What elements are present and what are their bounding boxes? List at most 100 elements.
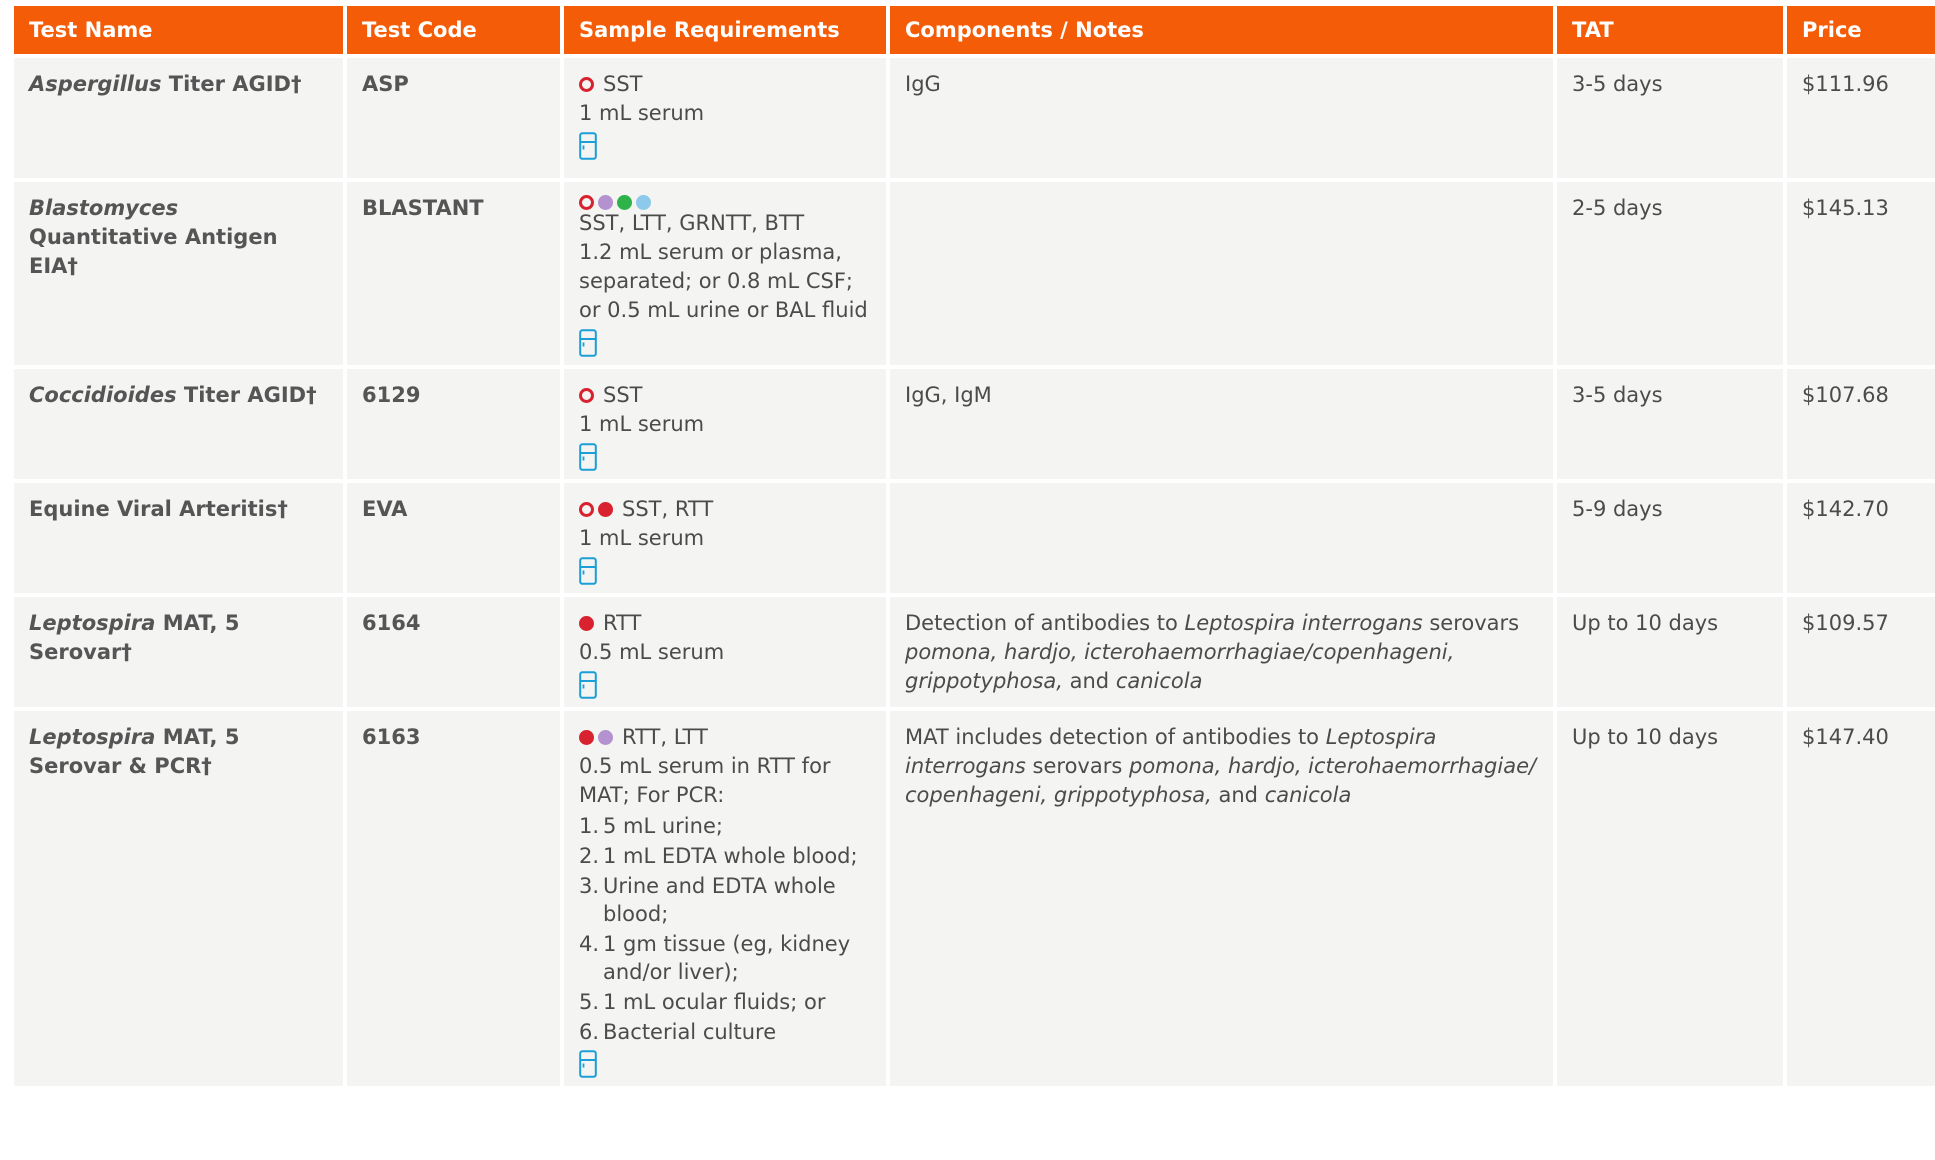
notes-text: Leptospira interrogans (1184, 611, 1423, 635)
tat-cell: 2-5 days (1557, 182, 1783, 369)
test-name-genus: Coccidioides (29, 383, 177, 407)
tat-cell: Up to 10 days (1557, 597, 1783, 711)
list-item: 5. 1 mL ocular fluids; or (579, 988, 871, 1016)
sample-requirements-cell: RTT 0.5 mL serum (564, 597, 886, 711)
test-code-cell: 6163 (347, 711, 560, 1090)
tube-color-dots (579, 616, 594, 631)
sample-tubes: SST (603, 383, 643, 407)
list-text: Urine and EDTA whole blood; (603, 874, 836, 926)
components-notes-cell: MAT includes detection of antibodies to … (890, 711, 1553, 1090)
components-notes-cell (890, 182, 1553, 369)
sample-tubes-line: RTT, LTT (579, 723, 871, 752)
tube-dot-blue (636, 195, 651, 210)
components-notes-cell: Detection of antibodies to Leptospira in… (890, 597, 1553, 711)
sample-tubes-line: SST, RTT (579, 495, 871, 524)
sample-tubes-line: SST (579, 70, 871, 99)
sample-detail: 1 mL serum (579, 526, 705, 550)
refrigerator-icon (579, 132, 871, 168)
header-tat: TAT (1557, 6, 1783, 58)
tat-cell: 5-9 days (1557, 483, 1783, 597)
tat-cell: 3-5 days (1557, 58, 1783, 182)
table-row: Aspergillus Titer AGID† ASP SST 1 mL serum I… (14, 58, 1935, 182)
sample-tubes: SST (603, 72, 643, 96)
sample-requirements-cell: SST 1 mL serum (564, 58, 886, 182)
list-item: 1. 5 mL urine; (579, 812, 871, 840)
sample-requirements-cell: RTT, LTT 0.5 mL serum in RTT for MAT; For… (564, 711, 886, 1090)
header-components-notes: Components / Notes (890, 6, 1553, 58)
tube-dot-red (579, 730, 594, 745)
refrigerator-icon (579, 557, 871, 593)
test-name-cell: Leptospira MAT, 5 Serovar & PCR† (14, 711, 343, 1090)
list-number: 4. (579, 932, 600, 956)
test-name-genus: Leptospira (29, 725, 156, 749)
tube-dot-red-outline (579, 195, 594, 210)
test-name-cell: Blastomyces Quantitative Antigen EIA† (14, 182, 343, 369)
refrigerator-icon (579, 1050, 871, 1086)
sample-tubes-line: SST, LTT, GRNTT, BTT (579, 194, 871, 238)
header-sample-requirements: Sample Requirements (564, 6, 886, 58)
list-text: 1 mL EDTA whole blood; (603, 844, 858, 868)
test-name-text: Quantitative Antigen EIA† (29, 225, 278, 278)
table-row: Coccidioides Titer AGID† 6129 SST 1 mL seru… (14, 369, 1935, 483)
test-name-genus: Leptospira (29, 611, 156, 635)
sample-requirements-cell: SST, RTT 1 mL serum (564, 483, 886, 597)
table-row: Blastomyces Quantitative Antigen EIA† BLA… (14, 182, 1935, 369)
list-number: 5. (579, 990, 600, 1014)
sample-tubes-line: SST (579, 381, 871, 410)
notes-text: serovars (1025, 754, 1129, 778)
test-name-genus: Blastomyces (29, 196, 179, 220)
notes-text: IgG (905, 72, 941, 96)
tube-dot-purple (598, 730, 613, 745)
sample-detail: 1 mL serum (579, 412, 705, 436)
list-text: Bacterial culture (603, 1020, 777, 1044)
list-item: 3. Urine and EDTA whole blood; (579, 872, 871, 928)
pcr-sample-options: 1. 5 mL urine; 2. 1 mL EDTA whole blood; 3. U… (579, 812, 871, 1046)
sample-requirements-cell: SST, LTT, GRNTT, BTT 1.2 mL serum or plas… (564, 182, 886, 369)
sample-tubes: SST, LTT, GRNTT, BTT (579, 211, 805, 235)
sample-detail: 0.5 mL serum (579, 640, 725, 664)
price-cell: $145.13 (1787, 182, 1935, 369)
sample-detail: 1.2 mL serum or plasma, separated; or 0.… (579, 240, 868, 322)
components-notes-cell: IgG, IgM (890, 369, 1553, 483)
components-notes-cell (890, 483, 1553, 597)
list-item: 4. 1 gm tissue (eg, kidney and/or liver); (579, 930, 871, 986)
notes-text: serovars (1422, 611, 1520, 635)
notes-text: MAT includes detection of antibodies to (905, 725, 1326, 749)
tube-dot-red-outline (579, 77, 594, 92)
notes-text: and (1211, 783, 1265, 807)
test-name-text: Titer AGID† (176, 383, 317, 407)
test-name-cell: Equine Viral Arteritis† (14, 483, 343, 597)
sample-tubes: RTT (603, 611, 642, 635)
list-number: 2. (579, 844, 600, 868)
test-price-table: Test Name Test Code Sample Requirements … (10, 6, 1935, 1090)
sample-requirements-cell: SST 1 mL serum (564, 369, 886, 483)
notes-text: canicola (1115, 669, 1203, 693)
sample-detail: 0.5 mL serum in RTT for MAT; For PCR: (579, 754, 831, 807)
sample-detail: 1 mL serum (579, 101, 705, 125)
header-test-code: Test Code (347, 6, 560, 58)
price-cell: $109.57 (1787, 597, 1935, 711)
refrigerator-icon (579, 443, 871, 479)
header-price: Price (1787, 6, 1935, 58)
test-code-cell: 6129 (347, 369, 560, 483)
tube-color-dots (579, 388, 594, 403)
table-header-row: Test Name Test Code Sample Requirements … (14, 6, 1935, 58)
test-name-text: Equine Viral Arteritis† (29, 497, 288, 521)
tube-color-dots (579, 502, 613, 517)
price-cell: $147.40 (1787, 711, 1935, 1090)
tube-color-dots (579, 195, 651, 210)
sample-tubes: RTT, LTT (622, 725, 708, 749)
test-name-cell: Coccidioides Titer AGID† (14, 369, 343, 483)
list-number: 3. (579, 874, 600, 898)
price-cell: $111.96 (1787, 58, 1935, 182)
sample-tubes: SST, RTT (622, 497, 714, 521)
list-text: 1 gm tissue (eg, kidney and/or liver); (603, 932, 851, 984)
test-code-cell: ASP (347, 58, 560, 182)
tube-dot-red-outline (579, 502, 594, 517)
table-row: Leptospira MAT, 5 Serovar & PCR† 6163 RTT,… (14, 711, 1935, 1090)
list-number: 6. (579, 1020, 600, 1044)
sample-tubes-line: RTT (579, 609, 871, 638)
list-number: 1. (579, 814, 600, 838)
price-cell: $107.68 (1787, 369, 1935, 483)
notes-text: and (1062, 669, 1116, 693)
